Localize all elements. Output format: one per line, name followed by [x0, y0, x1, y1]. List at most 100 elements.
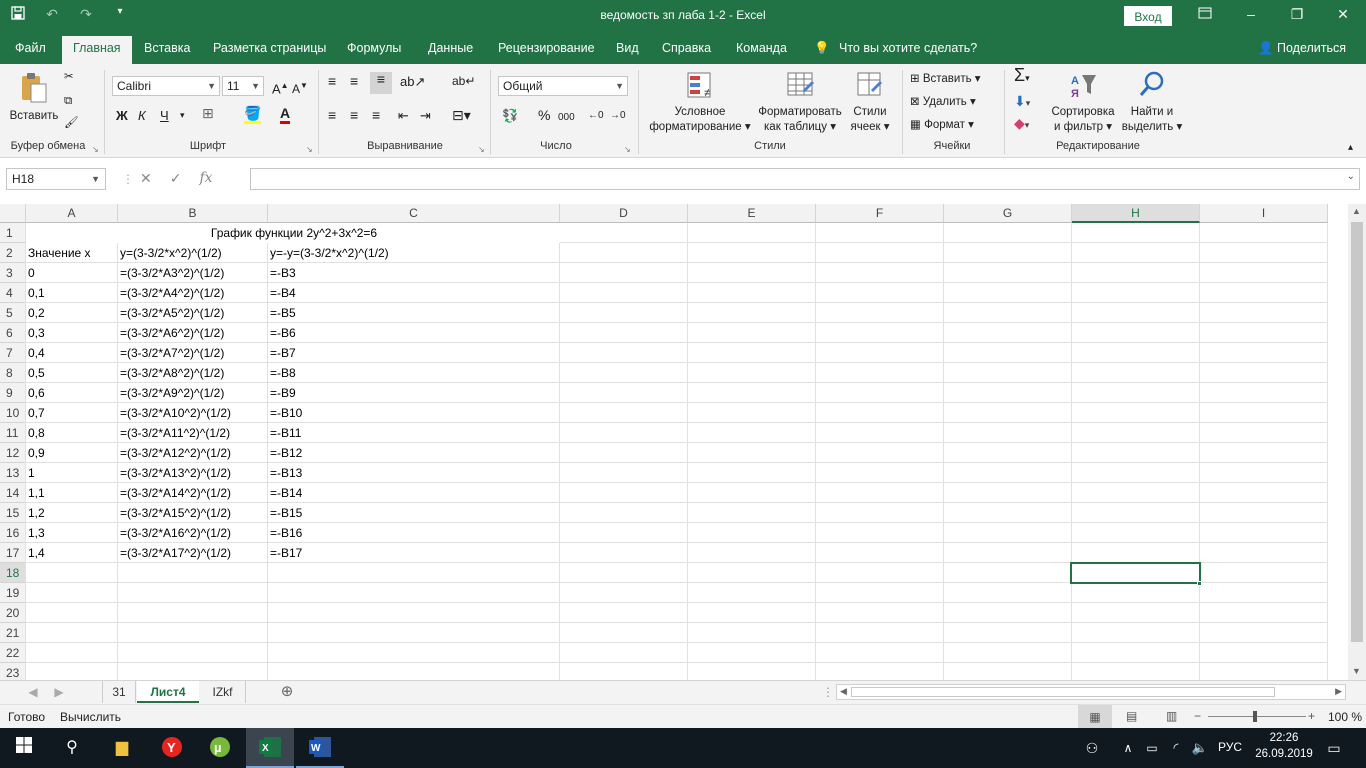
cell-c13[interactable]: =-B13: [268, 463, 302, 483]
cell-a14[interactable]: 1,1: [26, 483, 45, 503]
column-header-a[interactable]: A: [26, 204, 118, 223]
clock-time[interactable]: 22:26: [1254, 732, 1314, 744]
row-header[interactable]: 15: [0, 503, 26, 523]
zoom-in-icon[interactable]: +: [1308, 709, 1315, 723]
column-header-g[interactable]: G: [944, 204, 1072, 223]
cell-c21[interactable]: [268, 623, 270, 643]
cell-a8[interactable]: 0,5: [26, 363, 45, 383]
cell-c6[interactable]: =-B6: [268, 323, 296, 343]
spreadsheet-grid[interactable]: A B C D E F G H I 1 2 Значение x y=(3-3/2*x…: [0, 204, 1366, 683]
cell-b19[interactable]: [118, 583, 120, 603]
utorrent-icon[interactable]: µ: [206, 736, 234, 760]
cell-a3[interactable]: 0: [26, 263, 35, 283]
row-header[interactable]: 16: [0, 523, 26, 543]
column-header-c[interactable]: C: [268, 204, 560, 223]
cell-a21[interactable]: [26, 623, 28, 643]
share-button[interactable]: Поделиться: [1277, 41, 1346, 55]
sheet-tab-31[interactable]: 31: [102, 681, 136, 703]
restore-button[interactable]: ❐: [1282, 6, 1312, 23]
next-sheet-icon[interactable]: ▶: [52, 681, 66, 703]
align-left-icon[interactable]: ≡: [328, 108, 336, 123]
sheet-tab-list4[interactable]: Лист4: [137, 681, 199, 703]
cell-b10[interactable]: =(3-3/2*A10^2)^(1/2): [118, 403, 231, 423]
wrap-text-icon[interactable]: ab↵: [452, 74, 475, 89]
decrease-indent-icon[interactable]: ⇤: [398, 108, 409, 123]
tab-home[interactable]: Главная: [62, 36, 132, 64]
insert-cells-button[interactable]: ⊞ Вставить ▾: [910, 72, 981, 87]
font-name-select[interactable]: Calibri ▼: [112, 76, 220, 96]
status-calculate[interactable]: Вычислить: [60, 710, 121, 724]
cell-b20[interactable]: [118, 603, 120, 623]
cell-c17[interactable]: =-B17: [268, 543, 302, 563]
cell-b7[interactable]: =(3-3/2*A7^2)^(1/2): [118, 343, 224, 363]
column-header-f[interactable]: F: [816, 204, 944, 223]
tab-data[interactable]: Данные: [428, 41, 473, 55]
people-icon[interactable]: ⚇: [1078, 736, 1106, 760]
zoom-slider-thumb[interactable]: [1253, 711, 1257, 722]
cell-b18[interactable]: [118, 563, 120, 583]
italic-button[interactable]: К: [138, 108, 146, 123]
cell-a6[interactable]: 0,3: [26, 323, 45, 343]
align-middle-icon[interactable]: ≡: [350, 74, 358, 89]
increase-indent-icon[interactable]: ⇥: [420, 108, 431, 123]
cell-b2[interactable]: y=(3-3/2*x^2)^(1/2): [118, 243, 222, 263]
cell-b16[interactable]: =(3-3/2*A16^2)^(1/2): [118, 523, 231, 543]
scroll-right-icon[interactable]: ▶: [1335, 686, 1342, 697]
cell-a20[interactable]: [26, 603, 28, 623]
add-sheet-icon[interactable]: ⊕: [276, 681, 298, 703]
tab-insert[interactable]: Вставка: [144, 41, 190, 55]
yandex-browser-icon[interactable]: Y: [158, 736, 186, 760]
cell-b15[interactable]: =(3-3/2*A15^2)^(1/2): [118, 503, 231, 523]
splitter-icon[interactable]: ⋮: [822, 681, 834, 703]
cell-a15[interactable]: 1,2: [26, 503, 45, 523]
number-format-select[interactable]: Общий ▼: [498, 76, 628, 96]
cell-c9[interactable]: =-B9: [268, 383, 296, 403]
autosum-icon[interactable]: Σ▾: [1014, 66, 1030, 86]
font-launcher-icon[interactable]: ↘: [306, 142, 313, 157]
cell-a5[interactable]: 0,2: [26, 303, 45, 323]
cancel-icon[interactable]: ✕: [140, 170, 152, 187]
cell-b11[interactable]: =(3-3/2*A11^2)^(1/2): [118, 423, 230, 443]
tab-team[interactable]: Команда: [736, 41, 787, 55]
cell-c22[interactable]: [268, 643, 270, 663]
page-break-view-icon[interactable]: ▥: [1166, 709, 1177, 723]
cell-c3[interactable]: =-B3: [268, 263, 296, 283]
find-select-button[interactable]: Найти и выделить ▾: [1120, 70, 1184, 135]
vertical-scroll-thumb[interactable]: [1351, 222, 1363, 642]
row-header[interactable]: 17: [0, 543, 26, 563]
row-header[interactable]: 5: [0, 303, 26, 323]
tell-me-search[interactable]: Что вы хотите сделать?: [839, 41, 977, 55]
cell-c15[interactable]: =-B15: [268, 503, 302, 523]
row-header[interactable]: 19: [0, 583, 26, 603]
sheet-tab-izkf[interactable]: IZkf: [200, 681, 246, 703]
format-cells-button[interactable]: ▦ Формат ▾: [910, 118, 974, 133]
chevron-down-icon[interactable]: ▾: [180, 108, 185, 123]
zoom-out-icon[interactable]: −: [1194, 709, 1201, 723]
row-header[interactable]: 11: [0, 423, 26, 443]
row-header[interactable]: 9: [0, 383, 26, 403]
cell-b22[interactable]: [118, 643, 120, 663]
cell-c12[interactable]: =-B12: [268, 443, 302, 463]
cell-c2[interactable]: y=-y=(3-3/2*x^2)^(1/2): [268, 243, 389, 263]
cell-b9[interactable]: =(3-3/2*A9^2)^(1/2): [118, 383, 224, 403]
increase-decimal-icon[interactable]: ←0: [588, 108, 604, 123]
cell-c8[interactable]: =-B8: [268, 363, 296, 383]
tab-review[interactable]: Рецензирование: [498, 41, 595, 55]
cell-a22[interactable]: [26, 643, 28, 663]
cell-b6[interactable]: =(3-3/2*A6^2)^(1/2): [118, 323, 224, 343]
expand-formula-icon[interactable]: ⌄: [1347, 171, 1355, 182]
number-launcher-icon[interactable]: ↘: [624, 142, 631, 157]
row-header[interactable]: 20: [0, 603, 26, 623]
row-header[interactable]: 4: [0, 283, 26, 303]
cell-c19[interactable]: [268, 583, 270, 603]
cell-b3[interactable]: =(3-3/2*A3^2)^(1/2): [118, 263, 224, 283]
cell-b21[interactable]: [118, 623, 120, 643]
word-taskbar-button[interactable]: W: [296, 728, 344, 768]
cell-c11[interactable]: =-B11: [268, 423, 301, 443]
column-header-b[interactable]: B: [118, 204, 268, 223]
column-header-i[interactable]: I: [1200, 204, 1328, 223]
cell-c7[interactable]: =-B7: [268, 343, 296, 363]
column-header-e[interactable]: E: [688, 204, 816, 223]
borders-icon[interactable]: ⊞: [202, 106, 214, 121]
bold-button[interactable]: Ж: [116, 108, 128, 123]
